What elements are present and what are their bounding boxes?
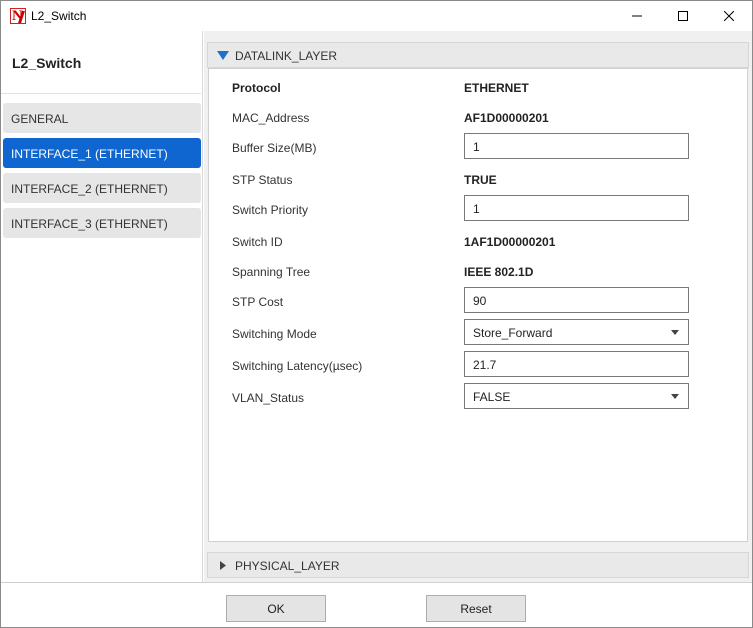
stp-status-label: STP Status xyxy=(232,173,293,187)
sidebar-item-label: GENERAL xyxy=(11,112,69,126)
stp-status-value: TRUE xyxy=(464,173,497,187)
maximize-button[interactable] xyxy=(660,1,706,31)
switching-mode-selected-value: Store_Forward xyxy=(473,326,553,340)
window-title: L2_Switch xyxy=(31,9,87,23)
switch-id-label: Switch ID xyxy=(232,235,283,249)
switching-mode-select[interactable]: Store_Forward xyxy=(464,319,689,345)
app-logo-icon: N xyxy=(10,8,26,24)
reset-button[interactable]: Reset xyxy=(426,595,526,622)
sidebar-item-interface-2[interactable]: INTERFACE_2 (ETHERNET) xyxy=(3,173,201,203)
stp-cost-label: STP Cost xyxy=(232,295,284,309)
physical-layer-header[interactable]: PHYSICAL_LAYER xyxy=(207,552,749,578)
sidebar-item-label: INTERFACE_3 (ETHERNET) xyxy=(11,217,168,231)
sidebar: L2_Switch GENERAL INTERFACE_1 (ETHERNET)… xyxy=(1,31,203,582)
protocol-label: Protocol xyxy=(232,81,281,95)
switch-priority-label: Switch Priority xyxy=(232,203,309,217)
switch-priority-input[interactable]: 1 xyxy=(464,195,689,221)
sidebar-item-general[interactable]: GENERAL xyxy=(3,103,201,133)
ok-button[interactable]: OK xyxy=(226,595,326,622)
sidebar-item-label: INTERFACE_1 (ETHERNET) xyxy=(11,147,168,161)
buffer-size-label: Buffer Size(MB) xyxy=(232,141,317,155)
spanning-tree-value: IEEE 802.1D xyxy=(464,265,534,279)
vlan-status-selected-value: FALSE xyxy=(473,390,511,404)
device-name-heading: L2_Switch xyxy=(12,55,82,71)
title-bar: N L2_Switch xyxy=(1,1,752,31)
vlan-status-select[interactable]: FALSE xyxy=(464,383,689,409)
sidebar-divider xyxy=(1,93,201,94)
physical-layer-title: PHYSICAL_LAYER xyxy=(235,559,340,573)
stp-cost-input[interactable]: 90 xyxy=(464,287,689,313)
switching-latency-input[interactable]: 21.7 xyxy=(464,351,689,377)
datalink-layer-header[interactable]: DATALINK_LAYER xyxy=(207,42,749,68)
switching-mode-label: Switching Mode xyxy=(232,327,317,341)
sidebar-item-interface-3[interactable]: INTERFACE_3 (ETHERNET) xyxy=(3,208,201,238)
switching-latency-label: Switching Latency(µsec) xyxy=(232,359,363,373)
switch-id-value: 1AF1D00000201 xyxy=(464,235,556,249)
vlan-status-label: VLAN_Status xyxy=(232,391,305,405)
spanning-tree-label: Spanning Tree xyxy=(232,265,311,279)
minimize-icon xyxy=(632,15,642,17)
datalink-layer-content: Protocol ETHERNET MAC_Address AF1D000002… xyxy=(208,68,748,542)
sidebar-item-label: INTERFACE_2 (ETHERNET) xyxy=(11,182,168,196)
chevron-down-icon xyxy=(671,330,679,335)
properties-window: N L2_Switch L2_Switch GENERAL INTERFACE_… xyxy=(0,0,753,628)
close-icon xyxy=(724,11,734,21)
buffer-size-input[interactable]: 1 xyxy=(464,133,689,159)
collapse-triangle-icon xyxy=(217,51,229,60)
minimize-button[interactable] xyxy=(614,1,660,31)
maximize-icon xyxy=(678,11,688,21)
dialog-footer: OK Reset xyxy=(1,582,752,627)
expand-triangle-icon xyxy=(220,561,226,570)
sidebar-item-interface-1[interactable]: INTERFACE_1 (ETHERNET) xyxy=(3,138,201,168)
datalink-layer-title: DATALINK_LAYER xyxy=(235,49,338,63)
close-button[interactable] xyxy=(706,1,752,31)
mac-address-label: MAC_Address xyxy=(232,111,310,125)
protocol-value: ETHERNET xyxy=(464,81,529,95)
main-panel: DATALINK_LAYER Protocol ETHERNET MAC_Add… xyxy=(204,31,752,582)
mac-address-value: AF1D00000201 xyxy=(464,111,549,125)
chevron-down-icon xyxy=(671,394,679,399)
